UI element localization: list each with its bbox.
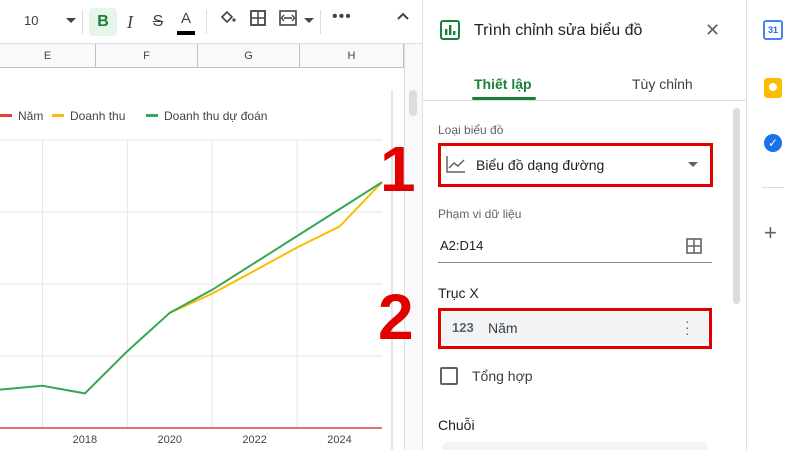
add-addon-icon[interactable]: +: [764, 220, 777, 246]
column-header-g[interactable]: G: [198, 44, 300, 68]
callout-box-2: [438, 308, 712, 349]
series-label: Chuỗi: [438, 417, 475, 433]
legend-item-doanh-thu: Doanh thu: [52, 108, 125, 123]
bold-button[interactable]: B: [89, 8, 117, 36]
legend-swatch: [52, 114, 64, 118]
data-range-input[interactable]: A2:D14: [440, 238, 483, 253]
column-header-f[interactable]: F: [96, 44, 198, 68]
aggregate-label: Tổng hợp: [472, 368, 533, 384]
sheets-window: 10 B I S A ••• E F G H Năm Doanh thu Doa…: [0, 0, 800, 450]
legend-label: Doanh thu dự đoán: [164, 108, 268, 123]
chart-type-label: Loại biểu đồ: [438, 123, 504, 137]
italic-button[interactable]: I: [116, 8, 144, 36]
sheet-scroll-thumb[interactable]: [409, 90, 417, 116]
x-tick-label: 2020: [157, 434, 182, 446]
callout-number-2: 2: [378, 281, 414, 353]
legend-swatch: [146, 114, 158, 118]
select-range-icon[interactable]: [686, 238, 702, 259]
keep-bulb: [769, 83, 777, 91]
series-field[interactable]: [442, 442, 708, 450]
borders-button[interactable]: [244, 8, 272, 36]
panel-scrollbar[interactable]: [733, 108, 740, 304]
paint-bucket-icon: [220, 10, 236, 24]
legend-swatch: [0, 114, 12, 118]
merge-dropdown-icon[interactable]: [304, 18, 314, 23]
close-icon[interactable]: ✕: [705, 20, 720, 41]
sidebar-divider: [762, 187, 784, 188]
font-size-value[interactable]: 10: [24, 13, 38, 28]
line-chart[interactable]: [0, 68, 404, 450]
strikethrough-button[interactable]: S: [144, 8, 172, 36]
column-header-h[interactable]: H: [300, 44, 404, 68]
data-range-underline: [438, 262, 712, 263]
legend-item-nam: Năm: [0, 108, 43, 123]
column-header-e[interactable]: E: [0, 44, 96, 68]
legend-label: Năm: [18, 108, 44, 123]
chart-editor-panel: [422, 0, 746, 450]
toolbar-divider: [320, 10, 321, 34]
x-tick-label: 2022: [242, 434, 267, 446]
x-tick-label: 2018: [72, 434, 98, 446]
text-color-bar: [177, 31, 195, 35]
legend-item-doanh-thu-du-doan: Doanh thu dự đoán: [146, 108, 267, 123]
chart-editor-title: Trình chỉnh sửa biểu đồ: [474, 22, 643, 39]
toolbar-divider: [82, 10, 83, 34]
borders-icon: [250, 10, 266, 26]
fill-color-button[interactable]: [214, 8, 242, 36]
text-color-icon: A: [180, 10, 191, 27]
data-range-label: Phạm vi dữ liệu: [438, 207, 522, 221]
merge-cells-button[interactable]: [274, 8, 302, 36]
series-line-2: [0, 181, 383, 395]
font-size-dropdown-icon[interactable]: [66, 18, 76, 23]
toolbar-divider: [206, 10, 207, 34]
calendar-icon[interactable]: 31: [763, 20, 783, 40]
tasks-icon[interactable]: ✓: [764, 134, 782, 152]
tab-divider: [422, 100, 746, 101]
x-tick-label: 2024: [327, 434, 352, 446]
tab-customize[interactable]: Tùy chỉnh: [632, 76, 693, 92]
chart-icon: [440, 20, 460, 40]
aggregate-checkbox[interactable]: [440, 367, 458, 385]
text-color-button[interactable]: A: [172, 8, 200, 36]
formatting-toolbar: 10 B I S A •••: [0, 0, 422, 44]
callout-number-1: 1: [380, 133, 416, 205]
collapse-toolbar-icon[interactable]: [396, 8, 410, 24]
merge-cells-icon: [279, 10, 297, 26]
callout-box-1: [438, 143, 713, 187]
x-axis-label: Trục X: [438, 285, 479, 301]
legend-label: Doanh thu: [70, 108, 126, 123]
more-options-icon[interactable]: •••: [332, 8, 352, 26]
tab-setup[interactable]: Thiết lập: [474, 76, 532, 92]
